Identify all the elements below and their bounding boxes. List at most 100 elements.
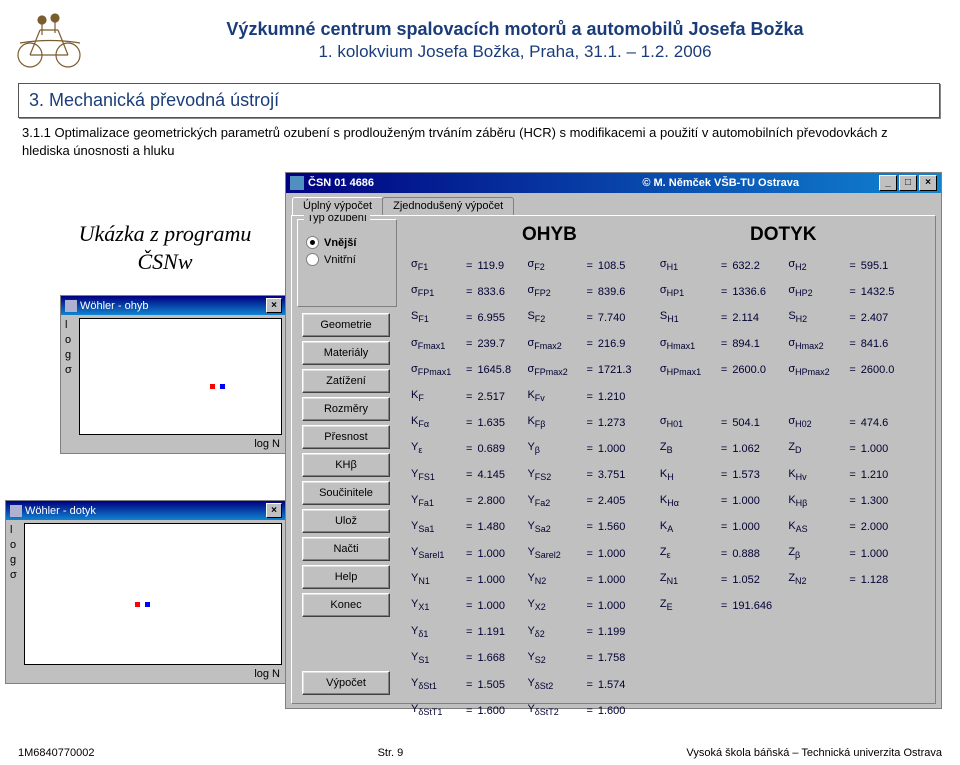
close-icon[interactable]: × bbox=[919, 175, 937, 191]
param-value: 1.000 bbox=[859, 437, 913, 461]
param-value: 1.574 bbox=[596, 673, 656, 697]
param-value: 1.128 bbox=[859, 568, 913, 592]
tab-uplny[interactable]: Úplný výpočet bbox=[292, 197, 383, 215]
param-label: YδStT1 bbox=[409, 699, 463, 723]
param-label: YFa2 bbox=[525, 490, 583, 514]
param-label: σHPmax1 bbox=[658, 359, 718, 383]
param-value: 1645.8 bbox=[475, 359, 523, 383]
param-label: SH1 bbox=[658, 306, 718, 330]
param-value: 504.1 bbox=[730, 411, 784, 435]
wohler-ohyb-plot bbox=[79, 318, 282, 435]
param-value: 632.2 bbox=[730, 254, 784, 278]
close-icon[interactable]: × bbox=[266, 503, 282, 518]
param-value: 1336.6 bbox=[730, 280, 784, 304]
param-label: YS2 bbox=[525, 647, 583, 671]
radio-vnitrni[interactable]: Vnitřní bbox=[306, 253, 388, 266]
konec-button[interactable]: Konec bbox=[302, 593, 390, 617]
param-label: YN2 bbox=[525, 568, 583, 592]
param-label: ZN1 bbox=[658, 568, 718, 592]
param-label: σH01 bbox=[658, 411, 718, 435]
param-label: YδSt2 bbox=[525, 673, 583, 697]
param-label: YSarel2 bbox=[525, 542, 583, 566]
param-value bbox=[859, 621, 913, 645]
param-value: 191.646 bbox=[730, 594, 784, 618]
maximize-icon[interactable]: □ bbox=[899, 175, 917, 191]
param-label: σFP2 bbox=[525, 280, 583, 304]
param-value: 1.000 bbox=[596, 542, 656, 566]
param-label bbox=[786, 647, 846, 671]
rozm-ry-button[interactable]: Rozměry bbox=[302, 397, 390, 421]
radio-vnejsi[interactable]: Vnější bbox=[306, 236, 388, 249]
param-label: YδStT2 bbox=[525, 699, 583, 723]
param-value: 1.668 bbox=[475, 647, 523, 671]
param-label bbox=[786, 673, 846, 697]
logo bbox=[10, 10, 90, 70]
param-value: 1.505 bbox=[475, 673, 523, 697]
typ-ozubeni-group: Typ ozubení Vnější Vnitřní bbox=[297, 219, 397, 307]
param-label: σH1 bbox=[658, 254, 718, 278]
param-value: 1.000 bbox=[730, 490, 784, 514]
param-value: 474.6 bbox=[859, 411, 913, 435]
param-value: 2.800 bbox=[475, 490, 523, 514]
param-label: σH2 bbox=[786, 254, 846, 278]
param-label: YSa2 bbox=[525, 516, 583, 540]
x-axis-label: log N bbox=[6, 667, 286, 683]
param-label bbox=[786, 385, 846, 409]
param-label: YN1 bbox=[409, 568, 463, 592]
param-value: 2.517 bbox=[475, 385, 523, 409]
sou-initele-button[interactable]: Součinitele bbox=[302, 481, 390, 505]
param-label: σFP1 bbox=[409, 280, 463, 304]
param-label: ZB bbox=[658, 437, 718, 461]
param-value: 0.689 bbox=[475, 437, 523, 461]
param-label bbox=[658, 647, 718, 671]
param-value: 839.6 bbox=[596, 280, 656, 304]
minimize-icon[interactable]: _ bbox=[879, 175, 897, 191]
na-ti-button[interactable]: Načti bbox=[302, 537, 390, 561]
wohler-ohyb-window: Wöhler - ohyb × logσ log N bbox=[60, 295, 287, 454]
param-label: YFa1 bbox=[409, 490, 463, 514]
param-label: YSarel1 bbox=[409, 542, 463, 566]
x-axis-label: log N bbox=[61, 437, 286, 453]
param-label: YSa1 bbox=[409, 516, 463, 540]
param-label: σFmax1 bbox=[409, 333, 463, 357]
p-esnost-button[interactable]: Přesnost bbox=[302, 425, 390, 449]
param-value bbox=[859, 699, 913, 723]
param-label: YFS2 bbox=[525, 464, 583, 488]
heading-ohyb: OHYB bbox=[522, 224, 577, 246]
param-value: 1432.5 bbox=[859, 280, 913, 304]
geometrie-button[interactable]: Geometrie bbox=[302, 313, 390, 337]
param-value: 2.114 bbox=[730, 306, 784, 330]
param-label: ZE bbox=[658, 594, 718, 618]
zat-en--button[interactable]: Zatížení bbox=[302, 369, 390, 393]
tab-zjednoduseny[interactable]: Zjednodušený výpočet bbox=[382, 197, 514, 215]
kh--button[interactable]: KHβ bbox=[302, 453, 390, 477]
plot-point-red bbox=[210, 384, 215, 389]
page-footer: 1M6840770002 Str. 9 Vysoká škola báňská … bbox=[18, 747, 942, 759]
param-label: σHmax2 bbox=[786, 333, 846, 357]
ulo--button[interactable]: Ulož bbox=[302, 509, 390, 533]
param-value: 894.1 bbox=[730, 333, 784, 357]
window-credit: © M. Němček VŠB-TU Ostrava bbox=[642, 177, 799, 189]
param-label bbox=[786, 699, 846, 723]
csn-main-window: ČSN 01 4686 © M. Němček VŠB-TU Ostrava _… bbox=[285, 172, 942, 709]
close-icon[interactable]: × bbox=[266, 298, 282, 313]
param-value bbox=[859, 673, 913, 697]
param-value: 1721.3 bbox=[596, 359, 656, 383]
materi-ly-button[interactable]: Materiály bbox=[302, 341, 390, 365]
param-value bbox=[730, 621, 784, 645]
param-value: 1.560 bbox=[596, 516, 656, 540]
section-heading: 3. Mechanická převodná ústrojí bbox=[18, 83, 940, 118]
param-label bbox=[658, 673, 718, 697]
param-label bbox=[658, 621, 718, 645]
window-title: ČSN 01 4686 bbox=[308, 177, 374, 189]
help-button[interactable]: Help bbox=[302, 565, 390, 589]
vypocet-button[interactable]: Výpočet bbox=[302, 671, 390, 695]
plot-point-blue bbox=[145, 602, 150, 607]
param-value bbox=[859, 385, 913, 409]
param-label: ZD bbox=[786, 437, 846, 461]
wohler-ohyb-title: Wöhler - ohyb bbox=[80, 300, 148, 312]
param-label bbox=[658, 699, 718, 723]
param-value: 1.000 bbox=[475, 542, 523, 566]
param-value: 1.635 bbox=[475, 411, 523, 435]
param-label: KAS bbox=[786, 516, 846, 540]
